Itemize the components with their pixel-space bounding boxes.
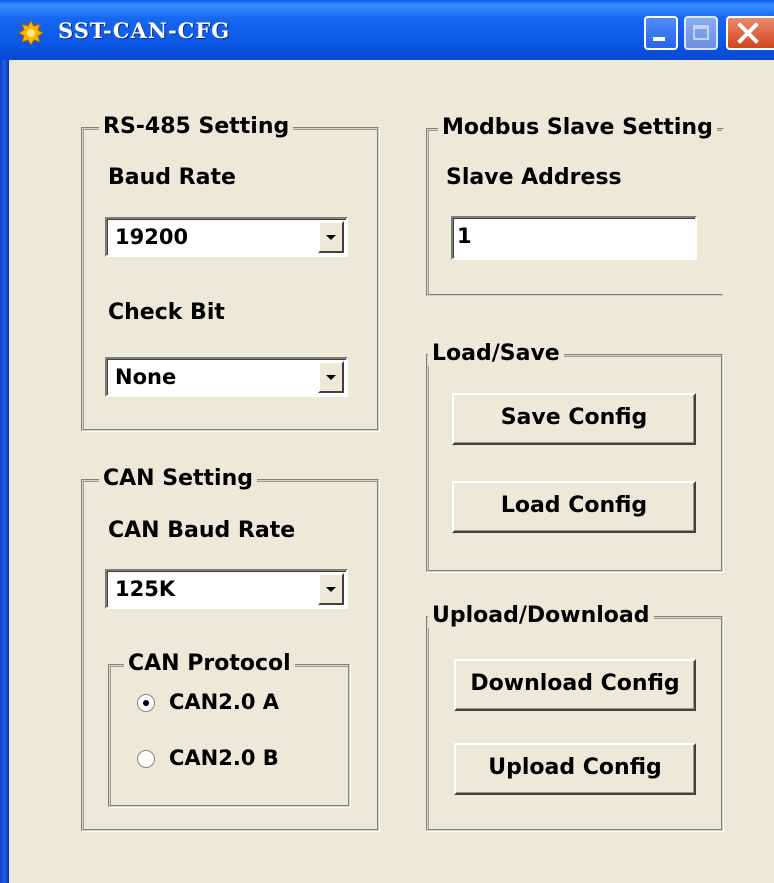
slave-address-input[interactable] xyxy=(457,224,677,248)
dropdown-button[interactable] xyxy=(318,221,344,253)
radio-selected-dot xyxy=(143,700,149,706)
save-config-button[interactable]: Save Config xyxy=(452,393,696,445)
can20b-label[interactable]: CAN2.0 B xyxy=(169,746,279,770)
maximize-icon xyxy=(693,25,709,40)
check-bit-label: Check Bit xyxy=(108,300,225,325)
baud-rate-select[interactable]: 19200 xyxy=(105,217,348,257)
can20a-label[interactable]: CAN2.0 A xyxy=(169,690,279,714)
app-icon[interactable] xyxy=(18,20,44,46)
slave-address-field[interactable] xyxy=(451,216,697,260)
loadsave-legend: Load/Save xyxy=(428,341,564,366)
baud-rate-value: 19200 xyxy=(115,225,189,249)
loadsave-group: Load/Save xyxy=(426,341,723,572)
app-window: SST-CAN-CFG RS-485 Setting Baud Rate 192… xyxy=(0,0,774,883)
maximize-button[interactable] xyxy=(684,16,718,50)
close-button[interactable] xyxy=(726,16,774,50)
can20a-radio-option[interactable]: CAN2.0 A xyxy=(137,690,337,720)
can20a-radio[interactable] xyxy=(137,694,155,712)
updown-legend: Upload/Download xyxy=(428,603,654,628)
check-bit-select[interactable]: None xyxy=(105,357,348,397)
slave-address-label: Slave Address xyxy=(446,165,622,190)
can-baud-rate-label: CAN Baud Rate xyxy=(108,518,296,543)
minimize-button[interactable] xyxy=(644,16,678,50)
modbus-legend: Modbus Slave Setting xyxy=(438,115,717,140)
can-protocol-legend: CAN Protocol xyxy=(124,651,295,676)
can20b-radio-option[interactable]: CAN2.0 B xyxy=(137,746,337,776)
chevron-down-icon xyxy=(326,375,336,380)
modbus-group: Modbus Slave Setting xyxy=(426,115,724,296)
close-icon xyxy=(737,22,759,44)
can-baud-rate-value: 125K xyxy=(115,577,176,601)
baud-rate-label: Baud Rate xyxy=(108,165,236,190)
updown-group: Upload/Download xyxy=(426,603,723,831)
chevron-down-icon xyxy=(326,587,336,592)
title-bar[interactable]: SST-CAN-CFG xyxy=(0,0,774,60)
chevron-down-icon xyxy=(326,235,336,240)
can-baud-rate-select[interactable]: 125K xyxy=(105,569,348,609)
can-legend: CAN Setting xyxy=(99,466,257,491)
minimize-icon xyxy=(653,37,665,41)
download-config-button[interactable]: Download Config xyxy=(454,659,696,711)
window-left-border xyxy=(0,0,9,883)
check-bit-value: None xyxy=(115,365,177,389)
can20b-radio[interactable] xyxy=(137,750,155,768)
upload-config-button[interactable]: Upload Config xyxy=(454,743,696,795)
load-config-button[interactable]: Load Config xyxy=(452,481,696,533)
dropdown-button[interactable] xyxy=(318,361,344,393)
can-protocol-group: CAN Protocol xyxy=(108,651,350,807)
window-title: SST-CAN-CFG xyxy=(58,18,231,43)
dropdown-button[interactable] xyxy=(318,573,344,605)
rs485-legend: RS-485 Setting xyxy=(99,114,294,139)
